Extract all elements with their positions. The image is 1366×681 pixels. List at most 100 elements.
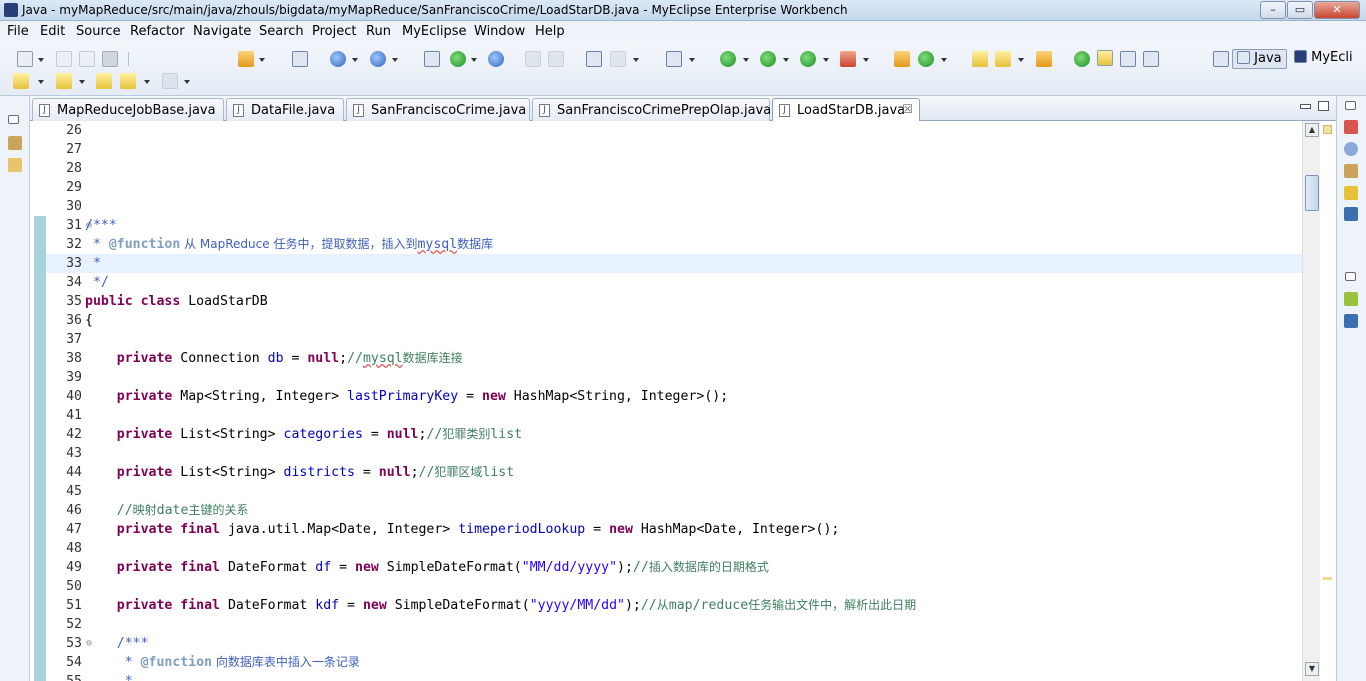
tab-mapreducejobbase[interactable]: J MapReduceJobBase.java [32, 98, 224, 121]
new-icon[interactable] [17, 51, 33, 67]
show-whitespace-icon[interactable] [1143, 51, 1159, 67]
back-dropdown-icon[interactable] [144, 80, 150, 84]
menu-file[interactable]: File [7, 24, 29, 39]
save-icon[interactable] [56, 51, 72, 67]
previous-annotation-dropdown-icon[interactable] [79, 80, 85, 84]
code-line[interactable]: 30 [46, 197, 1302, 216]
vertical-scrollbar[interactable]: ▲ ▼ [1302, 121, 1320, 681]
declaration-icon[interactable] [1344, 164, 1358, 178]
tab-sanfranciscocrimeprepolap[interactable]: J SanFranciscoCrimePrepOlap.java [532, 98, 771, 121]
maximize-editor-icon[interactable] [1318, 101, 1329, 111]
code-line[interactable]: 48 [46, 539, 1302, 558]
code-line[interactable]: 41 [46, 406, 1302, 425]
code-line[interactable]: 34 */ [46, 273, 1302, 292]
deploy-icon[interactable] [330, 51, 346, 67]
image-editor-dropdown-icon[interactable] [689, 58, 695, 62]
new-java-class-icon[interactable] [450, 51, 466, 67]
tab-datafile[interactable]: J DataFile.java [226, 98, 344, 121]
outline-icon[interactable] [1344, 120, 1358, 134]
code-line[interactable]: 43 [46, 444, 1302, 463]
code-line[interactable]: 32 * @function 从 MapReduce 任务中，提取数据，插入到m… [46, 235, 1302, 254]
search-web-icon[interactable] [610, 51, 626, 67]
tab-sanfranciscocrime[interactable]: J SanFranciscoCrime.java [346, 98, 530, 121]
snippets-icon[interactable] [1344, 186, 1358, 200]
search-web-dropdown-icon[interactable] [633, 58, 639, 62]
minimize-editor-icon[interactable] [1300, 104, 1311, 109]
new-web-project-dropdown-icon[interactable] [259, 58, 265, 62]
forward-dropdown-icon[interactable] [184, 80, 190, 84]
back-icon[interactable] [120, 73, 136, 89]
code-line[interactable]: 35 public class LoadStarDB [46, 292, 1302, 311]
forward-edit-icon[interactable] [548, 51, 564, 67]
next-annotation-icon[interactable] [13, 73, 29, 89]
external-tools-icon[interactable] [840, 51, 856, 67]
scroll-down-arrow-icon[interactable]: ▼ [1305, 662, 1319, 676]
code-line[interactable]: 47 private final java.util.Map<Date, Int… [46, 520, 1302, 539]
new-class-icon[interactable] [918, 51, 934, 67]
next-annotation-dropdown-icon[interactable] [38, 80, 44, 84]
perspective-java[interactable]: Java [1232, 49, 1287, 69]
debug-icon[interactable] [720, 51, 736, 67]
menu-run[interactable]: Run [366, 24, 391, 39]
open-task-icon[interactable] [972, 51, 988, 67]
search-dropdown-icon[interactable] [1018, 58, 1024, 62]
scroll-up-arrow-icon[interactable]: ▲ [1305, 123, 1319, 137]
overview-warning-marker[interactable] [1323, 577, 1332, 580]
menu-navigate[interactable]: Navigate [193, 24, 251, 39]
restore-right-icon[interactable] [1345, 101, 1356, 110]
menu-refactor[interactable]: Refactor [130, 24, 185, 39]
menu-help[interactable]: Help [535, 24, 565, 39]
external-tools-dropdown-icon[interactable] [863, 58, 869, 62]
run-server-dropdown-icon[interactable] [392, 58, 398, 62]
run-icon[interactable] [760, 51, 776, 67]
menu-project[interactable]: Project [312, 24, 356, 39]
forward-icon[interactable] [162, 73, 178, 89]
code-line[interactable]: 49 private final DateFormat df = new Sim… [46, 558, 1302, 577]
package-explorer-icon[interactable] [8, 136, 22, 150]
new-java-class-dropdown-icon[interactable] [471, 58, 477, 62]
run-dropdown-icon[interactable] [783, 58, 789, 62]
code-line[interactable]: 45 [46, 482, 1302, 501]
open-perspective-switcher-icon[interactable] [1213, 51, 1229, 67]
new-class-dropdown-icon[interactable] [941, 58, 947, 62]
problems-icon[interactable] [1344, 292, 1358, 306]
perspective-myeclipse[interactable]: MyEcli [1290, 49, 1357, 69]
code-line[interactable]: 46 //映射date主键的关系 [46, 501, 1302, 520]
previous-annotation-icon[interactable] [56, 73, 72, 89]
open-perspective-icon[interactable] [586, 51, 602, 67]
code-line[interactable]: 50 [46, 577, 1302, 596]
code-line[interactable]: 29 [46, 178, 1302, 197]
code-line[interactable]: 42 private List<String> categories = nul… [46, 425, 1302, 444]
menu-source[interactable]: Source [76, 24, 121, 39]
console-icon[interactable] [1344, 207, 1358, 221]
code-line[interactable]: 53 ⊖ /*** [46, 634, 1302, 653]
deploy-dropdown-icon[interactable] [352, 58, 358, 62]
maximize-button[interactable]: ▭ [1287, 1, 1313, 19]
code-line[interactable]: 37 [46, 330, 1302, 349]
code-line[interactable]: 55 * [46, 672, 1302, 681]
tab-loadstardb[interactable]: J LoadStarDB.java ☒ [772, 98, 920, 122]
code-line[interactable]: 52 [46, 615, 1302, 634]
close-window-button[interactable]: ✕ [1314, 1, 1360, 19]
code-line[interactable]: 51 private final DateFormat kdf = new Si… [46, 596, 1302, 615]
code-line[interactable]: 54 * @function 向数据库表中插入一条记录 [46, 653, 1302, 672]
code-line[interactable]: 36{ [46, 311, 1302, 330]
menu-edit[interactable]: Edit [40, 24, 65, 39]
new-package-icon[interactable] [894, 51, 910, 67]
image-editor-icon[interactable] [666, 51, 682, 67]
menu-search[interactable]: Search [259, 24, 304, 39]
open-folder-icon[interactable] [1036, 51, 1052, 67]
scroll-thumb[interactable] [1305, 175, 1319, 211]
annotation-icon[interactable] [1074, 51, 1090, 67]
code-line[interactable]: 44 private List<String> districts = null… [46, 463, 1302, 482]
coverage-dropdown-icon[interactable] [823, 58, 829, 62]
javadoc-icon[interactable] [1344, 142, 1358, 156]
code-line[interactable]: 40 private Map<String, Integer> lastPrim… [46, 387, 1302, 406]
run-server-icon[interactable] [370, 51, 386, 67]
last-edit-icon[interactable] [96, 73, 112, 89]
code-line[interactable]: 27 [46, 140, 1302, 159]
open-type-icon[interactable] [424, 51, 440, 67]
code-line[interactable]: 38 private Connection db = null;//mysql数… [46, 349, 1302, 368]
code-line[interactable]: 39 [46, 368, 1302, 387]
code-area[interactable]: 26 27 28 29 30 31 ⊖/*** 32 * @function 从 MapRed… [46, 121, 1302, 681]
